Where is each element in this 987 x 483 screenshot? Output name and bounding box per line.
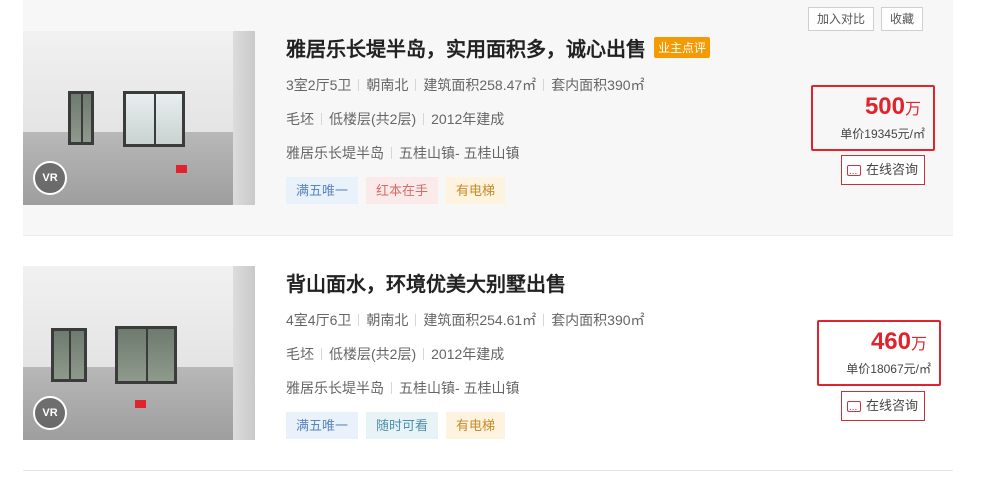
room-window <box>68 91 94 145</box>
build-area: 建筑面积258.47㎡ <box>423 77 537 93</box>
build-year: 2012年建成 <box>431 346 505 362</box>
divider <box>415 314 417 326</box>
add-compare-button[interactable]: 加入对比 <box>807 7 874 31</box>
total-price: 460万 <box>819 322 939 358</box>
district-link[interactable]: 五桂山镇- 五桂山镇 <box>399 143 520 163</box>
tag: 红本在手 <box>366 177 439 204</box>
room-side-wall <box>233 266 255 440</box>
divider <box>358 314 360 326</box>
total-price-value: 460 <box>870 328 911 355</box>
house-info-row: 4室4厅6卫 朝南北 建筑面积254.61㎡ 套内面积390㎡ <box>286 310 645 330</box>
house-info-row: 3室2厅5卫 朝南北 建筑面积258.47㎡ 套内面积390㎡ <box>286 75 710 95</box>
listing-title[interactable]: 背山面水，环境优美大别墅出售 <box>286 268 645 297</box>
decoration: 毛坯 <box>286 346 314 362</box>
divider <box>391 147 392 159</box>
watermark-tag <box>135 400 146 408</box>
orientation: 朝南北 <box>366 312 409 328</box>
build-year: 2012年建成 <box>431 111 505 127</box>
listing-info: 背山面水，环境优美大别墅出售 4室4厅6卫 朝南北 建筑面积254.61㎡ 套内面积3… <box>286 268 645 439</box>
floor-info: 低楼层(共2层) <box>329 111 417 127</box>
decoration: 毛坯 <box>286 111 314 127</box>
listing-title-text[interactable]: 背山面水，环境优美大别墅出售 <box>286 268 566 297</box>
total-price-unit: 万 <box>904 101 921 118</box>
watermark-tag <box>176 165 187 173</box>
floor-info: 低楼层(共2层) <box>329 346 417 362</box>
house-detail-row: 毛坯 低楼层(共2层) 2012年建成 <box>286 109 710 129</box>
inner-area: 套内面积390㎡ <box>551 77 645 93</box>
divider <box>543 79 545 91</box>
location-row: 雅居乐长堤半岛 五桂山镇- 五桂山镇 <box>286 378 645 398</box>
inner-area: 套内面积390㎡ <box>551 312 645 328</box>
vr-icon[interactable]: VR <box>33 396 67 430</box>
divider <box>543 314 545 326</box>
listing-card[interactable]: VR 背山面水，环境优美大别墅出售 4室4厅6卫 朝南北 建筑面积254.61㎡ 套内… <box>23 236 953 471</box>
community-link[interactable]: 雅居乐长堤半岛 <box>286 378 384 398</box>
owner-review-badge[interactable]: 业主点评 <box>654 37 711 58</box>
room-layout: 3室2厅5卫 <box>286 77 352 93</box>
online-consult-button[interactable]: 在线咨询 <box>841 155 926 186</box>
tag: 随时可看 <box>366 412 439 439</box>
build-area: 建筑面积254.61㎡ <box>423 312 537 328</box>
listing-info: 雅居乐长堤半岛，实用面积多，诚心出售 业主点评 3室2厅5卫 朝南北 建筑面积258… <box>286 33 711 204</box>
community-link[interactable]: 雅居乐长堤半岛 <box>286 143 384 163</box>
vr-icon[interactable]: VR <box>33 161 67 195</box>
chat-icon <box>847 158 861 186</box>
total-price-unit: 万 <box>910 336 927 353</box>
divider <box>321 113 322 125</box>
listing-actions: 加入对比 收藏 <box>807 7 923 31</box>
listing-title-text[interactable]: 雅居乐长堤半岛，实用面积多，诚心出售 <box>286 33 646 62</box>
tag: 满五唯一 <box>286 412 359 439</box>
orientation: 朝南北 <box>366 77 409 93</box>
district-link[interactable]: 五桂山镇- 五桂山镇 <box>399 378 520 398</box>
online-consult-button[interactable]: 在线咨询 <box>841 391 926 422</box>
price-box: 500万 单价19345元/㎡ <box>811 85 935 151</box>
total-price-value: 500 <box>864 93 905 120</box>
listing-card[interactable]: VR 雅居乐长堤半岛，实用面积多，诚心出售 业主点评 3室2厅5卫 朝南北 建筑面积… <box>23 0 953 236</box>
tag-list: 满五唯一 红本在手 有电梯 <box>286 177 710 204</box>
chat-icon <box>847 394 861 422</box>
price-box: 460万 单价18067元/㎡ <box>817 320 941 386</box>
room-window <box>51 328 87 382</box>
divider <box>321 348 322 360</box>
tag-list: 满五唯一 随时可看 有电梯 <box>286 412 645 439</box>
unit-price: 单价18067元/㎡ <box>846 362 931 376</box>
room-window <box>123 91 185 147</box>
room-window <box>115 326 177 384</box>
divider <box>391 382 392 394</box>
listing-photo[interactable]: VR <box>23 31 255 205</box>
room-side-wall <box>233 31 255 205</box>
location-row: 雅居乐长堤半岛 五桂山镇- 五桂山镇 <box>286 143 710 163</box>
room-layout: 4室4厅6卫 <box>286 312 352 328</box>
listing-photo[interactable]: VR <box>23 266 255 440</box>
total-price: 500万 <box>813 87 933 123</box>
divider <box>423 113 425 125</box>
divider <box>423 348 425 360</box>
house-detail-row: 毛坯 低楼层(共2层) 2012年建成 <box>286 344 645 364</box>
online-consult-label: 在线咨询 <box>866 398 919 413</box>
tag: 有电梯 <box>446 177 506 204</box>
divider <box>358 79 360 91</box>
favorite-button[interactable]: 收藏 <box>880 7 923 31</box>
tag: 有电梯 <box>446 412 506 439</box>
online-consult-label: 在线咨询 <box>866 162 919 177</box>
divider <box>415 79 417 91</box>
listing-title[interactable]: 雅居乐长堤半岛，实用面积多，诚心出售 业主点评 <box>286 33 711 62</box>
unit-price: 单价19345元/㎡ <box>840 127 925 141</box>
tag: 满五唯一 <box>286 177 359 204</box>
